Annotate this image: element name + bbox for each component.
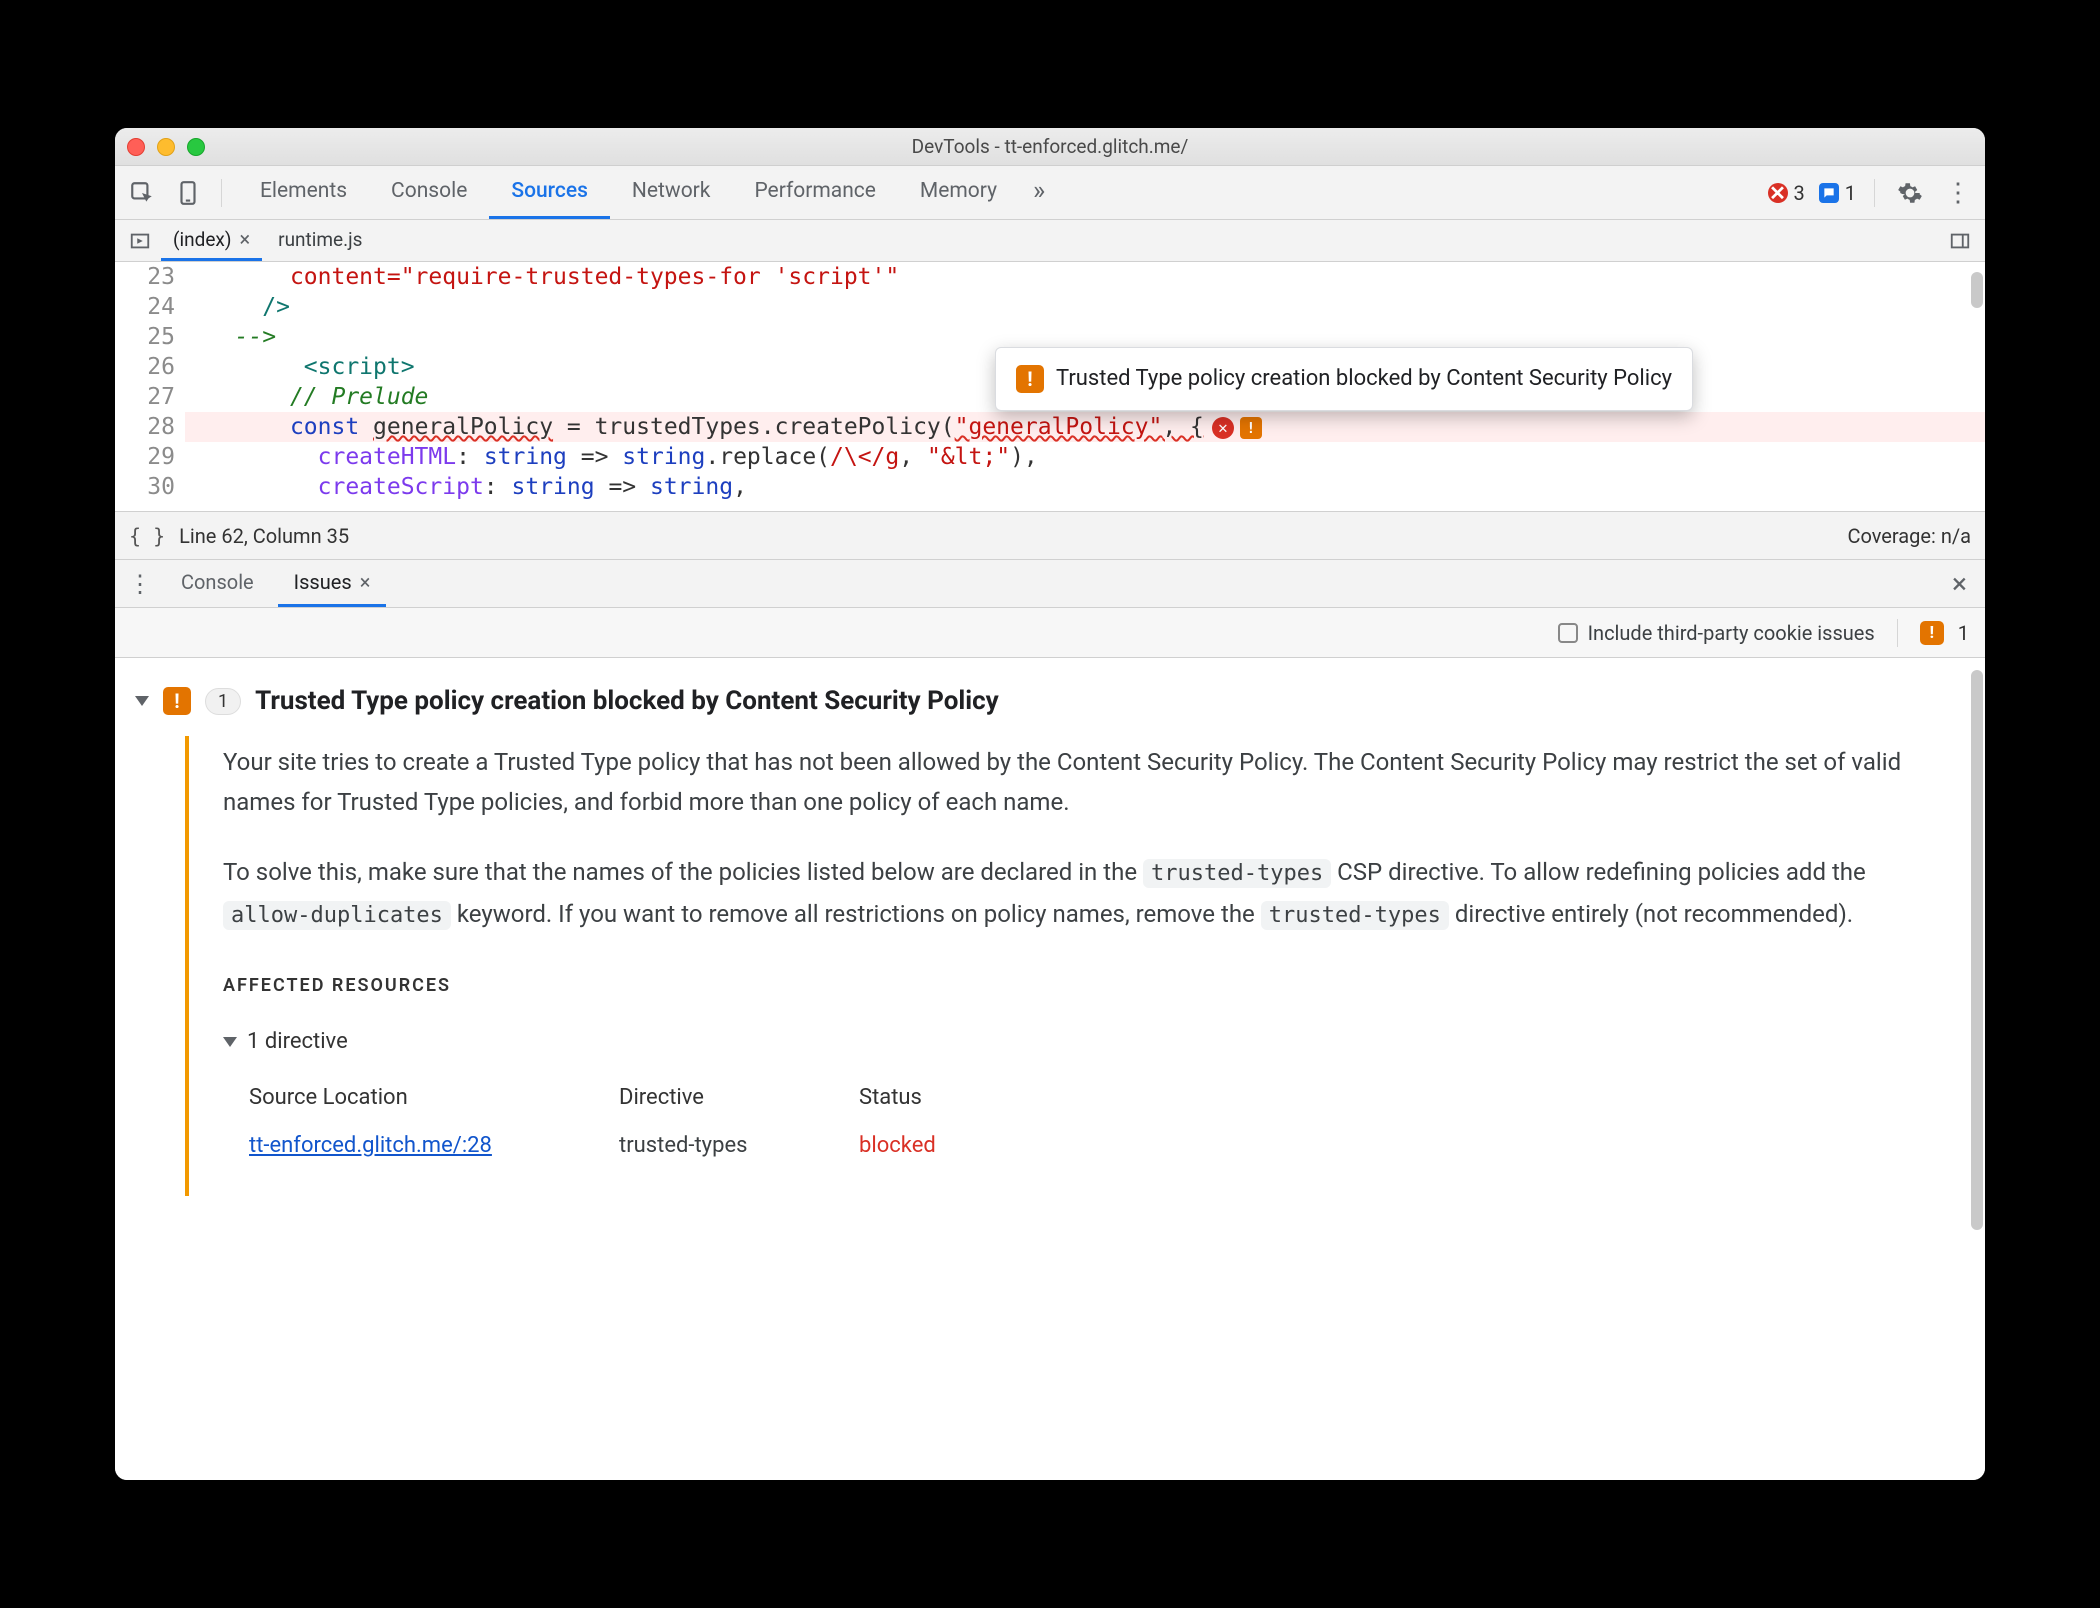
issue-description-1: Your site tries to create a Trusted Type… (223, 742, 1927, 822)
issue-header[interactable]: ! 1 Trusted Type policy creation blocked… (135, 686, 1957, 716)
table-header-row: Source Location Directive Status (249, 1078, 1927, 1118)
error-badge[interactable]: ✕ 3 (1768, 181, 1805, 205)
issues-panel: ! 1 Trusted Type policy creation blocked… (115, 658, 1985, 1480)
warning-icon: ! (1016, 365, 1044, 393)
source-editor[interactable]: 2324252627282930 content="require-truste… (115, 262, 1985, 512)
issues-warn-count: 1 (1958, 621, 1969, 645)
message-count: 1 (1845, 181, 1856, 205)
affected-resources-table: Source Location Directive Status tt-enfo… (249, 1078, 1927, 1166)
devtools-toolbar: Elements Console Sources Network Perform… (115, 166, 1985, 220)
sources-file-tabs: (index) × runtime.js (115, 220, 1985, 262)
code-trusted-types: trusted-types (1143, 859, 1331, 888)
status-value: blocked (859, 1126, 999, 1166)
navigator-toggle-icon[interactable] (123, 224, 157, 258)
panel-tabs: Elements Console Sources Network Perform… (238, 166, 1059, 219)
tooltip-text: Trusted Type policy creation blocked by … (1056, 364, 1672, 394)
editor-statusbar: { } Line 62, Column 35 Coverage: n/a (115, 512, 1985, 560)
drawer-tabs: ⋮ Console Issues × × (115, 560, 1985, 608)
close-window-button[interactable] (127, 138, 145, 156)
device-toolbar-icon[interactable] (171, 176, 205, 210)
disclosure-triangle-icon[interactable] (135, 696, 149, 706)
warning-icon: ! (1920, 621, 1944, 645)
close-icon[interactable]: × (360, 570, 371, 594)
titlebar: DevTools - tt-enforced.glitch.me/ (115, 128, 1985, 166)
directive-count: 1 directive (247, 1022, 348, 1062)
issues-warn-badge[interactable]: ! 1 (1920, 621, 1969, 645)
inline-error-icon[interactable]: ✕ (1212, 417, 1234, 439)
checkbox-icon[interactable] (1558, 623, 1578, 643)
minimize-window-button[interactable] (157, 138, 175, 156)
zoom-window-button[interactable] (187, 138, 205, 156)
code-area[interactable]: content="require-trusted-types-for 'scri… (185, 262, 1985, 511)
window-title: DevTools - tt-enforced.glitch.me/ (115, 135, 1985, 158)
tab-console[interactable]: Console (369, 166, 489, 219)
tab-sources[interactable]: Sources (489, 166, 610, 219)
col-source: Source Location (249, 1078, 579, 1118)
scrollbar-thumb[interactable] (1971, 670, 1983, 1230)
error-count: 3 (1794, 181, 1805, 205)
settings-icon[interactable] (1893, 176, 1927, 210)
close-icon[interactable]: × (239, 227, 250, 251)
directive-group-header[interactable]: 1 directive (223, 1022, 1927, 1062)
error-line[interactable]: const generalPolicy = trustedTypes.creat… (185, 412, 1985, 442)
drawer-tab-label: Issues (294, 570, 352, 594)
separator (221, 179, 222, 207)
issue-tooltip: ! Trusted Type policy creation blocked b… (995, 347, 1693, 411)
drawer-tab-issues[interactable]: Issues × (278, 560, 387, 607)
directive-value: trusted-types (619, 1126, 819, 1166)
drawer-more-icon[interactable]: ⋮ (123, 567, 157, 601)
source-location-link[interactable]: tt-enforced.glitch.me/:28 (249, 1133, 492, 1158)
affected-resources-header: AFFECTED RESOURCES (223, 966, 1927, 1006)
col-status: Status (859, 1078, 999, 1118)
include-third-party-checkbox[interactable]: Include third-party cookie issues (1558, 621, 1875, 645)
issue-body: Your site tries to create a Trusted Type… (185, 736, 1957, 1196)
issue-count-pill: 1 (205, 688, 241, 715)
file-tab-index[interactable]: (index) × (161, 220, 262, 261)
message-icon (1819, 183, 1839, 203)
coverage-status: Coverage: n/a (1847, 524, 1971, 548)
tab-network[interactable]: Network (610, 166, 733, 219)
separator (1874, 179, 1875, 207)
cursor-position: Line 62, Column 35 (179, 524, 349, 548)
code-allow-duplicates: allow-duplicates (223, 901, 451, 930)
inspect-element-icon[interactable] (125, 176, 159, 210)
checkbox-label: Include third-party cookie issues (1588, 621, 1875, 645)
line-gutter: 2324252627282930 (115, 262, 185, 511)
sidebar-toggle-icon[interactable] (1943, 224, 1977, 258)
warning-icon: ! (163, 687, 191, 715)
file-tab-label: runtime.js (278, 228, 362, 251)
file-tab-label: (index) (173, 228, 231, 251)
col-directive: Directive (619, 1078, 819, 1118)
more-menu-icon[interactable]: ⋮ (1941, 176, 1975, 210)
issue-title: Trusted Type policy creation blocked by … (255, 686, 999, 716)
traffic-lights (127, 138, 205, 156)
code-trusted-types-2: trusted-types (1261, 901, 1449, 930)
error-icon: ✕ (1768, 183, 1788, 203)
drawer-tab-console[interactable]: Console (165, 560, 270, 607)
separator (1897, 619, 1898, 647)
issue-description-2: To solve this, make sure that the names … (223, 852, 1927, 936)
issues-toolbar: Include third-party cookie issues ! 1 (115, 608, 1985, 658)
file-tab-runtime[interactable]: runtime.js (266, 220, 374, 261)
format-icon[interactable]: { } (129, 524, 165, 548)
tab-performance[interactable]: Performance (732, 166, 897, 219)
devtools-window: DevTools - tt-enforced.glitch.me/ Elemen… (115, 128, 1985, 1480)
tab-elements[interactable]: Elements (238, 166, 369, 219)
tab-memory[interactable]: Memory (898, 166, 1019, 219)
more-tabs-icon[interactable]: » (1019, 166, 1059, 219)
disclosure-triangle-icon[interactable] (223, 1037, 237, 1047)
drawer-close-icon[interactable]: × (1942, 567, 1977, 600)
status-badges: ✕ 3 1 ⋮ (1768, 176, 1976, 210)
table-row: tt-enforced.glitch.me/:28 trusted-types … (249, 1126, 1927, 1166)
message-badge[interactable]: 1 (1819, 181, 1856, 205)
